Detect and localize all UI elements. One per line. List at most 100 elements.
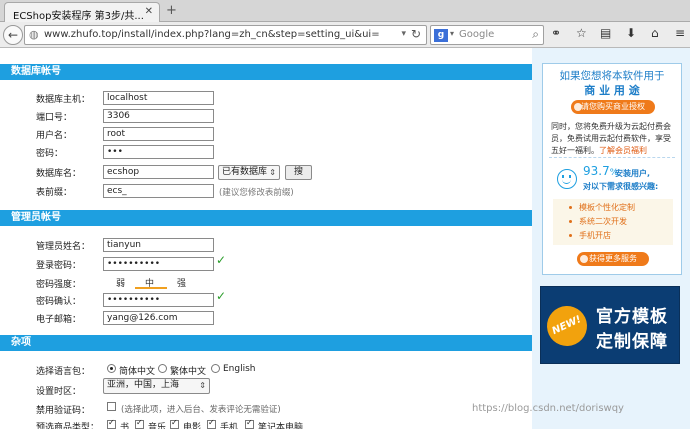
lang-radio-simplified[interactable] [107,364,116,373]
url-text[interactable]: www.zhufo.top/install/index.php?lang=zh_… [44,29,380,40]
timezone-select[interactable]: 亚洲，中国，上海 ⇕ [103,378,210,394]
db-user-label: 用户名： [36,131,73,141]
banner-line1: 官方模板 [596,307,668,327]
captcha-hint: (选择此项，进入后台、发表评论无需验证) [121,405,281,415]
strength-weak: 弱 [116,279,126,289]
reload-icon[interactable]: ↻ [411,27,421,41]
binoculars-icon[interactable]: ⚭ [551,26,561,40]
db-search-button[interactable]: 搜 [285,165,312,180]
template-banner[interactable]: NEW! 官方模板 定制保障 [540,286,680,364]
member-benefits-link[interactable]: 了解会员福利 [599,146,647,155]
goods-checkbox-music[interactable] [135,418,144,429]
admin-name-input[interactable]: tianyun [103,238,214,252]
tab-strip: ECShop安装程序 第3步/共... ✕ + [0,0,690,22]
promo-line2: 商 业 用 途 [584,84,640,97]
admin-password-label: 登录密码： [36,261,82,271]
confirm-valid-icon: ✓ [216,289,227,303]
goods-checkbox-book[interactable] [107,418,116,429]
goods-checkbox-laptop[interactable] [245,418,254,429]
db-port-input[interactable]: 3306 [103,109,214,123]
menu-icon[interactable]: ≡ [675,26,685,40]
users-percent: 93.7% [583,164,618,178]
select-arrow-icon: ⇕ [269,168,276,177]
goods-option-music: 音乐 [148,423,167,429]
language-label: 选择语言包： [36,367,91,377]
search-bar[interactable]: g ▾ Google ⌕ [430,25,544,45]
db-name-input[interactable]: ecshop [103,165,214,179]
promo-text: 同时，您将免费升级为云起付费会员，免费试用云起付费软件，享受五好一福利。了解会员… [551,121,677,157]
home-icon[interactable]: ⌂ [651,26,659,40]
db-port-label: 端口号： [36,113,73,123]
email-input[interactable]: yang@126.com [103,311,214,325]
feature-item: 手机开店 [579,231,611,240]
downloads-icon[interactable]: ⬇ [626,26,636,40]
users-subtitle: 对以下需求很感兴趣: [583,182,659,191]
tab-title: ECShop安装程序 第3步/共... [13,11,144,22]
users-number: 93.7 [583,164,610,178]
search-input[interactable]: Google [459,29,494,40]
db-host-input[interactable]: localhost [103,91,214,105]
goods-checkbox-movie[interactable] [170,418,179,429]
close-tab-icon[interactable]: ✕ [145,6,153,17]
table-prefix-input[interactable]: ecs_ [103,184,214,198]
back-arrow-icon[interactable]: ← [3,25,23,45]
install-form: 数据库帐号 数据库主机： localhost 端口号： 3306 用户名： ro… [0,60,532,429]
more-services-button[interactable]: 获得更多服务 [577,252,649,266]
timezone-value: 亚洲，中国，上海 [107,380,180,390]
commercial-promo-box: 如果您想将本软件用于 商 业 用 途 请您购买商业授权 同时，您将免费升级为云起… [542,63,682,275]
select-arrow-icon: ⇕ [199,381,206,390]
db-host-label: 数据库主机： [36,95,91,105]
db-name-label: 数据库名： [36,169,82,179]
url-bar[interactable]: ◍ www.zhufo.top/install/index.php?lang=z… [24,25,427,45]
db-password-input[interactable]: ••• [103,145,214,159]
captcha-checkbox[interactable] [107,402,116,411]
db-select-value: 已有数据库 [222,167,268,177]
lang-radio-traditional[interactable] [158,364,167,373]
page-content: 数据库帐号 数据库主机： localhost 端口号： 3306 用户名： ro… [0,48,690,429]
bullet-icon [569,234,572,237]
watermark: https://blog.csdn.net/doriswqy [472,403,624,414]
promo-divider [549,157,675,158]
browser-tab[interactable]: ECShop安装程序 第3步/共... ✕ [4,2,160,22]
search-engine-icon[interactable]: g [434,29,448,42]
users-suffix: 安装用户, [615,169,651,178]
db-select[interactable]: 已有数据库 ⇕ [218,165,280,180]
table-prefix-hint: (建议您修改表前缀) [219,188,294,198]
buy-license-button[interactable]: 请您购买商业授权 [571,100,655,114]
new-tab-icon[interactable]: + [166,3,177,18]
feature-item: 模板个性化定制 [579,203,635,212]
bookmark-star-icon[interactable]: ☆ [576,26,587,40]
lang-option-english: English [223,364,256,374]
admin-name-label: 管理员姓名： [36,242,91,252]
feature-list: 模板个性化定制 系统二次开发 手机开店 [553,199,673,245]
confirm-password-label: 密码确认： [36,297,82,307]
globe-icon: ◍ [29,28,39,41]
new-badge: NEW! [540,299,594,353]
section-header-database: 数据库帐号 [0,64,532,80]
url-dropdown-icon[interactable]: ▾ [401,29,406,39]
lang-option-simplified: 简体中文 [119,367,156,377]
admin-password-input[interactable]: •••••••••• [103,257,214,271]
strength-indicator [135,287,167,289]
feature-item: 系统二次开发 [579,217,627,226]
goods-option-phone: 手机 [220,423,239,429]
bullet-icon [569,220,572,223]
lang-option-traditional: 繁体中文 [170,367,207,377]
goods-option-laptop: 笔记本电脑 [258,423,304,429]
search-go-icon[interactable]: ⌕ [532,27,539,42]
strength-strong: 强 [177,279,187,289]
goods-option-book: 书 [120,423,130,429]
more-services-label: 获得更多服务 [589,254,637,263]
buy-license-label: 请您购买商业授权 [581,102,645,111]
db-password-label: 密码： [36,149,64,159]
nav-bar: ← ◍ www.zhufo.top/install/index.php?lang… [0,22,690,48]
lang-radio-english[interactable] [211,364,220,373]
confirm-password-input[interactable]: •••••••••• [103,293,214,307]
section-header-admin: 管理员帐号 [0,210,532,226]
email-label: 电子邮箱： [36,315,82,325]
goods-checkbox-phone[interactable] [207,418,216,429]
banner-line2: 定制保障 [596,332,668,352]
db-user-input[interactable]: root [103,127,214,141]
engine-dropdown-icon[interactable]: ▾ [450,29,454,38]
reading-list-icon[interactable]: ▤ [600,26,611,40]
